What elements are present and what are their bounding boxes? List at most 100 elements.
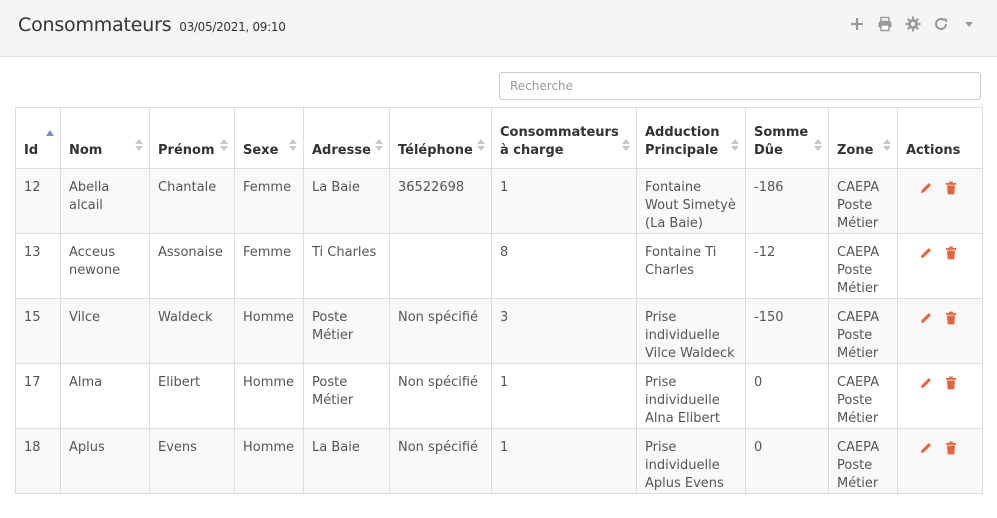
table-cell-somme-due: -150 — [745, 298, 829, 364]
table-cell-adresse: La Baie — [303, 168, 390, 234]
column-header-zone[interactable]: Zone — [828, 107, 898, 169]
table-cell-telephone: 36522698 — [389, 168, 492, 234]
column-header-label: Zone — [837, 143, 874, 158]
column-header-label: Adduction Principale — [645, 125, 720, 158]
table-cell-actions — [897, 363, 983, 429]
table-cell-somme-due: 0 — [745, 428, 829, 494]
column-header-label: Actions — [906, 143, 961, 158]
table-cell-zone: CAEPA Poste Métier — [828, 363, 898, 429]
print-icon[interactable] — [877, 16, 893, 32]
sort-icon[interactable] — [814, 138, 822, 152]
edit-icon[interactable] — [919, 376, 933, 390]
sort-icon[interactable] — [375, 138, 383, 152]
trash-icon[interactable] — [944, 441, 958, 455]
sort-icon[interactable] — [883, 138, 891, 152]
table-cell-somme-due: -186 — [745, 168, 829, 234]
table-cell-consommateurs-a-charge: 1 — [491, 363, 637, 429]
column-header-telephone[interactable]: Téléphone — [389, 107, 492, 169]
edit-icon[interactable] — [919, 441, 933, 455]
sort-icon[interactable] — [731, 138, 739, 152]
column-header-label: Somme Dûe — [754, 125, 809, 158]
table-cell-prenom: Evens — [149, 428, 235, 494]
table-cell-prenom: Assonaise — [149, 233, 235, 299]
sort-icon[interactable] — [289, 138, 297, 152]
edit-icon[interactable] — [919, 181, 933, 195]
column-header-label: Consommateurs à charge — [500, 125, 619, 158]
refresh-icon[interactable] — [933, 16, 949, 32]
table-cell-sexe: Femme — [234, 233, 304, 299]
plus-icon[interactable] — [849, 16, 865, 32]
toolbar — [849, 16, 977, 32]
table-cell-zone: CAEPA Poste Métier — [828, 168, 898, 234]
table-cell-telephone: Non spécifié — [389, 298, 492, 364]
sort-icon[interactable] — [135, 138, 143, 152]
table-cell-somme-due: -12 — [745, 233, 829, 299]
column-header-somme-due[interactable]: Somme Dûe — [745, 107, 829, 169]
table-cell-adresse: Poste Métier — [303, 298, 390, 364]
table-cell-zone: CAEPA Poste Métier — [828, 428, 898, 494]
table-row: 18 Aplus Evens Homme La Baie Non spécifié 1 Pri… — [15, 428, 983, 494]
sort-icon[interactable] — [220, 138, 228, 152]
table-cell-adduction-principale: Prise individuelle Vilce Waldeck — [636, 298, 746, 364]
sort-icon[interactable] — [477, 138, 485, 152]
table-cell-adduction-principale: Fontaine Ti Charles — [636, 233, 746, 299]
table-cell-actions — [897, 233, 983, 299]
edit-icon[interactable] — [919, 311, 933, 325]
column-header-label: Nom — [69, 143, 103, 158]
table-cell-prenom: Elibert — [149, 363, 235, 429]
sort-ascending-icon[interactable] — [46, 130, 54, 144]
column-header-label: Sexe — [243, 143, 279, 158]
table-row: 17 Alma Elibert Homme Poste Métier Non spécif… — [15, 363, 983, 429]
title-text: Consommateurs — [18, 14, 172, 36]
trash-icon[interactable] — [944, 311, 958, 325]
table-cell-consommateurs-a-charge: 1 — [491, 168, 637, 234]
table-cell-adresse: Poste Métier — [303, 363, 390, 429]
table-cell-telephone — [389, 233, 492, 299]
column-header-label: Prénom — [158, 143, 215, 158]
table-cell-nom: Acceus newone — [60, 233, 150, 299]
table-cell-actions — [897, 298, 983, 364]
table-cell-telephone: Non spécifié — [389, 428, 492, 494]
page-title: Consommateurs 03/05/2021, 09:10 — [18, 14, 286, 36]
table-cell-sexe: Homme — [234, 428, 304, 494]
column-header-label: Téléphone — [398, 143, 473, 158]
column-header-label: Id — [24, 143, 39, 158]
column-header-prenom[interactable]: Prénom — [149, 107, 235, 169]
trash-icon[interactable] — [944, 181, 958, 195]
table-cell-adduction-principale: Fontaine Wout Simetyè (La Baie) — [636, 168, 746, 234]
caret-down-icon[interactable] — [961, 16, 977, 32]
table-row: 13 Acceus newone Assonaise Femme Ti Charles 8… — [15, 233, 983, 299]
table-cell-adduction-principale: Prise individuelle Aplus Evens — [636, 428, 746, 494]
edit-icon[interactable] — [919, 246, 933, 260]
column-header-id[interactable]: Id — [15, 107, 61, 169]
column-header-adduction-principale[interactable]: Adduction Principale — [636, 107, 746, 169]
column-header-adresse[interactable]: Adresse — [303, 107, 390, 169]
table-cell-actions — [897, 168, 983, 234]
trash-icon[interactable] — [944, 246, 958, 260]
table-cell-id: 17 — [15, 363, 61, 429]
column-header-nom[interactable]: Nom — [60, 107, 150, 169]
sort-icon[interactable] — [622, 138, 630, 152]
table-cell-nom: Vilce — [60, 298, 150, 364]
table-row: 15 Vilce Waldeck Homme Poste Métier Non spéci… — [15, 298, 983, 364]
table-cell-sexe: Femme — [234, 168, 304, 234]
column-header-consommateurs-a-charge[interactable]: Consommateurs à charge — [491, 107, 637, 169]
trash-icon[interactable] — [944, 376, 958, 390]
search-input[interactable] — [499, 72, 981, 100]
table-row: 12 Abella alcail Chantale Femme La Baie 36522… — [15, 168, 983, 234]
column-header-sexe[interactable]: Sexe — [234, 107, 304, 169]
table-cell-actions — [897, 428, 983, 494]
table-cell-consommateurs-a-charge: 3 — [491, 298, 637, 364]
consumers-table: Id Nom Prénom Sexe Adresse Téléphone Consommat… — [15, 107, 983, 494]
table-cell-sexe: Homme — [234, 363, 304, 429]
table-cell-nom: Abella alcail — [60, 168, 150, 234]
table-cell-adduction-principale: Prise individuelle Alna Elibert — [636, 363, 746, 429]
table-cell-id: 12 — [15, 168, 61, 234]
gear-icon[interactable] — [905, 16, 921, 32]
table-cell-prenom: Waldeck — [149, 298, 235, 364]
table-cell-consommateurs-a-charge: 1 — [491, 428, 637, 494]
table-cell-consommateurs-a-charge: 8 — [491, 233, 637, 299]
table-cell-id: 18 — [15, 428, 61, 494]
table-cell-prenom: Chantale — [149, 168, 235, 234]
table-cell-sexe: Homme — [234, 298, 304, 364]
